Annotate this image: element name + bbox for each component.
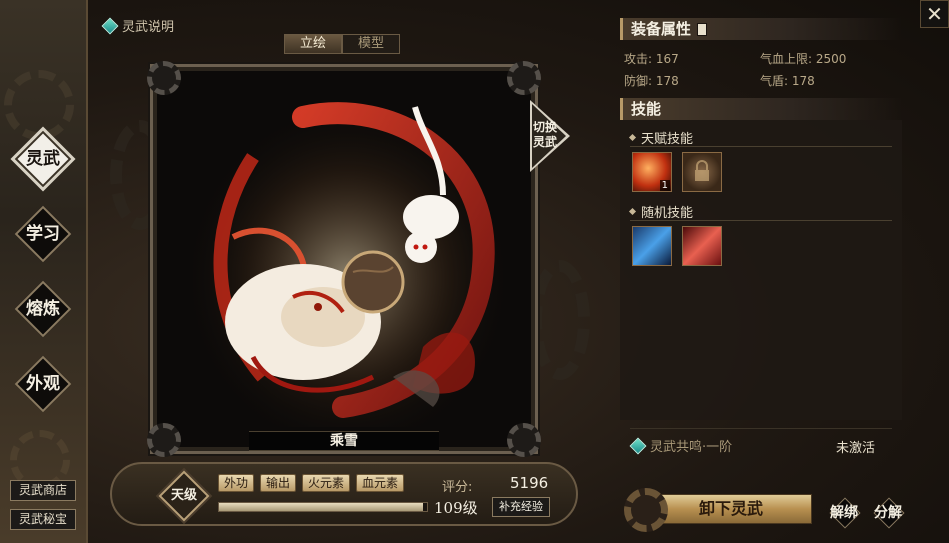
help-link[interactable]: 灵武说明	[101, 16, 175, 35]
gear-corner-icon	[147, 61, 181, 95]
gear-corner-icon	[147, 423, 181, 457]
divider	[630, 146, 892, 147]
score-value: 5196	[510, 474, 549, 492]
help-diamond-icon	[101, 17, 119, 34]
decompose-button[interactable]: 分解	[868, 492, 908, 532]
gear-decoration	[530, 260, 590, 380]
tab-illustration[interactable]: 立绘	[284, 34, 342, 54]
weapon-tags: 外功 输出 火元素 血元素	[218, 474, 405, 492]
resonance-label: 灵武共鸣·一阶	[650, 440, 733, 455]
right-panel: 装备属性 攻击: 167 气血上限: 2500 防御: 178 气盾: 178 …	[620, 12, 910, 462]
skills-header: 技能	[620, 98, 902, 120]
skill-count: 1	[659, 180, 670, 191]
locked-skill-icon[interactable]	[682, 152, 722, 192]
score-label: 评分:	[442, 480, 473, 495]
nav-item-label: 学习	[26, 224, 60, 244]
weapon-info-bar: 天级 外功 输出 火元素 血元素 评分: 5196 109级 补充经验	[110, 462, 578, 526]
divider	[630, 220, 892, 221]
nav-item-label: 熔炼	[26, 299, 60, 319]
unequip-label: 卸下灵武	[698, 499, 763, 518]
talent-skills-label: 天赋技能	[641, 132, 694, 147]
tag-blood: 血元素	[356, 474, 405, 492]
lock-icon	[695, 160, 709, 181]
attributes-title: 装备属性	[631, 20, 692, 38]
bullet-icon	[628, 207, 637, 216]
resonance-status: 未激活	[836, 441, 876, 456]
spirit-weapon-illustration	[193, 97, 503, 427]
nav-item-label: 外观	[26, 374, 60, 394]
shop-button[interactable]: 灵武商店	[10, 480, 76, 501]
rank-label: 天级	[170, 488, 197, 503]
flame-skill-icon[interactable]: 1	[632, 152, 672, 192]
nav-item-smelt[interactable]: 熔炼	[14, 280, 72, 338]
random-skills-header: 随机技能	[628, 202, 694, 221]
switch-label: 切换灵武	[532, 120, 557, 149]
switch-weapon-button[interactable]: 切换灵武	[530, 100, 576, 172]
tag-damage: 输出	[260, 474, 297, 492]
lingwu-window: 灵武 学习 熔炼 外观 灵武商店 灵武秘宝 灵武说明 立绘 模型 乘雪 切换灵武…	[0, 0, 949, 543]
attr-attack: 攻击: 167	[624, 52, 679, 66]
exp-progress-fill	[219, 503, 423, 511]
help-label: 灵武说明	[122, 20, 175, 35]
resonance-diamond-icon	[629, 437, 647, 454]
nav-item-study[interactable]: 学习	[14, 205, 72, 263]
unequip-button[interactable]: 卸下灵武	[624, 488, 814, 532]
attr-shield: 气盾: 178	[760, 74, 815, 88]
view-tabs: 立绘 模型	[284, 34, 400, 54]
tag-external: 外功	[218, 474, 255, 492]
random-skills-label: 随机技能	[641, 206, 694, 221]
weapon-name: 乘雪	[249, 431, 439, 451]
attr-defense: 防御: 178	[624, 74, 679, 88]
nav-item-label: 灵武	[26, 149, 60, 169]
unbind-label: 解绑	[830, 505, 858, 521]
weapon-level: 109级	[434, 499, 478, 517]
close-button[interactable]: ✕	[920, 0, 949, 28]
divider	[630, 428, 892, 429]
rank-badge: 天级	[158, 470, 210, 522]
gear-corner-icon	[507, 61, 541, 95]
gear-corner-icon	[507, 423, 541, 457]
tag-fire: 火元素	[302, 474, 351, 492]
add-exp-button[interactable]: 补充经验	[492, 497, 550, 517]
resonance-link[interactable]: 灵武共鸣·一阶	[629, 436, 733, 455]
left-nav: 灵武 学习 熔炼 外观 灵武商店 灵武秘宝	[0, 0, 88, 543]
nav-item-appearance[interactable]: 外观	[14, 355, 72, 413]
cross-slash-skill-icon[interactable]	[682, 226, 722, 266]
info-doc-icon[interactable]	[697, 23, 708, 36]
exp-progress-bar	[218, 502, 428, 512]
portrait-frame: 乘雪	[147, 61, 541, 457]
attributes-header: 装备属性	[620, 18, 902, 40]
nav-item-lingwu[interactable]: 灵武	[14, 130, 72, 188]
talent-skills-header: 天赋技能	[628, 128, 694, 147]
tab-model[interactable]: 模型	[342, 34, 400, 54]
unbind-button[interactable]: 解绑	[824, 492, 864, 532]
decompose-label: 分解	[874, 505, 902, 521]
water-slash-skill-icon[interactable]	[632, 226, 672, 266]
bullet-icon	[628, 133, 637, 142]
treasure-button[interactable]: 灵武秘宝	[10, 509, 76, 530]
skills-panel: 天赋技能 1 随机技能	[620, 120, 902, 420]
attr-max-hp: 气血上限: 2500	[760, 52, 847, 66]
